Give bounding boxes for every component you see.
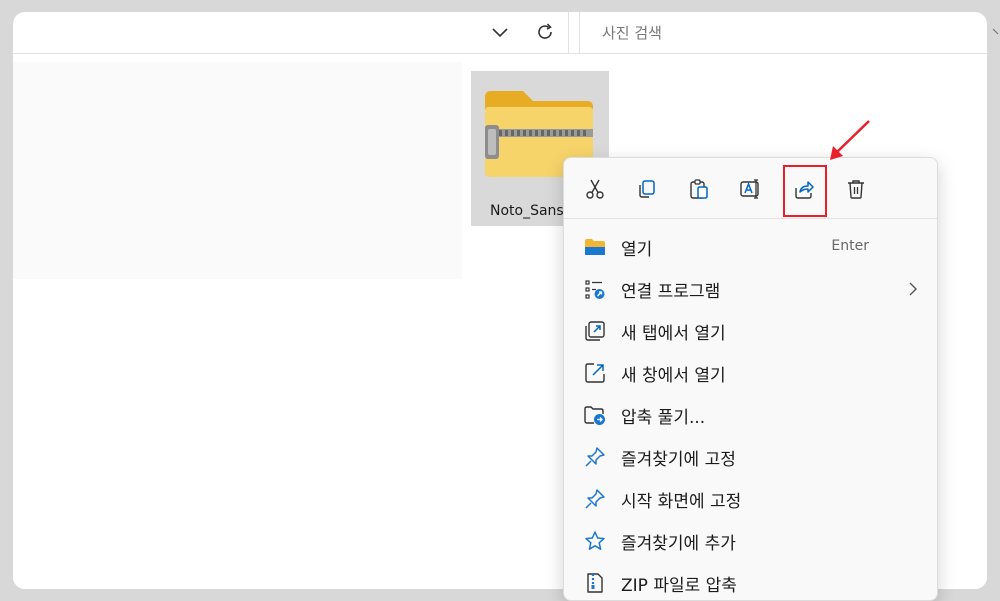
rename-icon	[740, 179, 759, 199]
cut-button[interactable]	[576, 174, 614, 204]
menu-item-label: 즐겨찾기에 고정	[621, 450, 736, 470]
chevron-down-icon	[492, 28, 508, 38]
copy-button[interactable]	[628, 174, 666, 204]
menu-item-open-new-tab[interactable]: 새 탭에서 열기	[564, 310, 937, 352]
menu-item-label: 즐겨찾기에 추가	[621, 534, 736, 554]
menu-item-extract[interactable]: 압축 풀기...	[564, 394, 937, 436]
menu-item-compress-zip[interactable]: ZIP 파일로 압축	[564, 562, 937, 600]
star-icon	[584, 530, 606, 552]
refresh-button[interactable]	[531, 18, 559, 46]
context-menu-action-bar	[564, 158, 937, 219]
pin-icon	[584, 446, 606, 468]
paste-button[interactable]	[680, 174, 718, 204]
pin-icon	[584, 488, 606, 510]
folder-icon	[584, 236, 606, 258]
search-input[interactable]: 사진 검색	[579, 12, 987, 54]
menu-item-label: 새 탭에서 열기	[621, 324, 726, 344]
zip-file-icon	[584, 572, 606, 594]
search-placeholder: 사진 검색	[602, 24, 662, 42]
refresh-icon	[538, 23, 552, 39]
menu-item-pin-quick-access[interactable]: 즐겨찾기에 고정	[564, 436, 937, 478]
shortcut-text: Enter	[831, 238, 869, 254]
delete-button[interactable]	[837, 174, 875, 204]
delete-icon	[848, 180, 864, 199]
paste-icon	[690, 179, 708, 199]
annotation-arrow-icon	[830, 120, 870, 160]
new-tab-icon	[584, 320, 606, 342]
menu-item-label: 새 창에서 열기	[621, 366, 726, 386]
menu-item-label: 압축 풀기...	[621, 408, 706, 428]
menu-item-open-with[interactable]: 연결 프로그램	[564, 268, 937, 310]
file-name-label: Noto_Sans	[490, 203, 564, 219]
new-window-icon	[584, 362, 606, 384]
menu-item-label: ZIP 파일로 압축	[621, 576, 737, 596]
chevron-right-icon	[909, 281, 917, 300]
address-bar[interactable]	[13, 12, 569, 54]
toolbar: 사진 검색	[13, 12, 987, 54]
context-menu: 열기 Enter 연결 프로그램 새 탭에서 열기 새 창에서 열기 압축 풀기…	[563, 157, 938, 601]
copy-icon	[639, 180, 655, 198]
address-dropdown-button[interactable]	[488, 21, 512, 45]
menu-item-open-new-window[interactable]: 새 창에서 열기	[564, 352, 937, 394]
menu-item-label: 시작 화면에 고정	[621, 492, 742, 512]
empty-region	[13, 62, 462, 279]
cut-icon	[586, 179, 604, 199]
menu-item-label: 연결 프로그램	[621, 282, 721, 302]
window-edge	[992, 26, 1000, 40]
extract-folder-icon	[584, 404, 606, 426]
rename-button[interactable]	[732, 174, 770, 204]
share-highlight-box	[783, 165, 827, 217]
menu-item-add-favorites[interactable]: 즐겨찾기에 추가	[564, 520, 937, 562]
menu-item-open[interactable]: 열기 Enter	[564, 226, 937, 268]
open-with-icon	[584, 278, 606, 300]
menu-item-label: 열기	[621, 240, 653, 260]
menu-item-pin-start[interactable]: 시작 화면에 고정	[564, 478, 937, 520]
